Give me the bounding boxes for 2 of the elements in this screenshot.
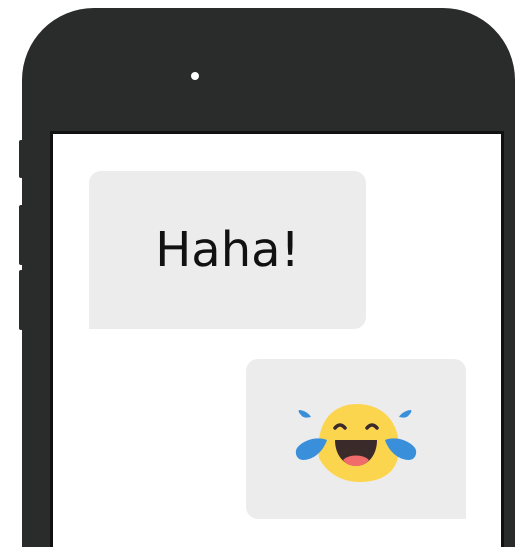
message-bubble: Haha! (89, 171, 366, 329)
camera-dot-icon (191, 72, 199, 80)
